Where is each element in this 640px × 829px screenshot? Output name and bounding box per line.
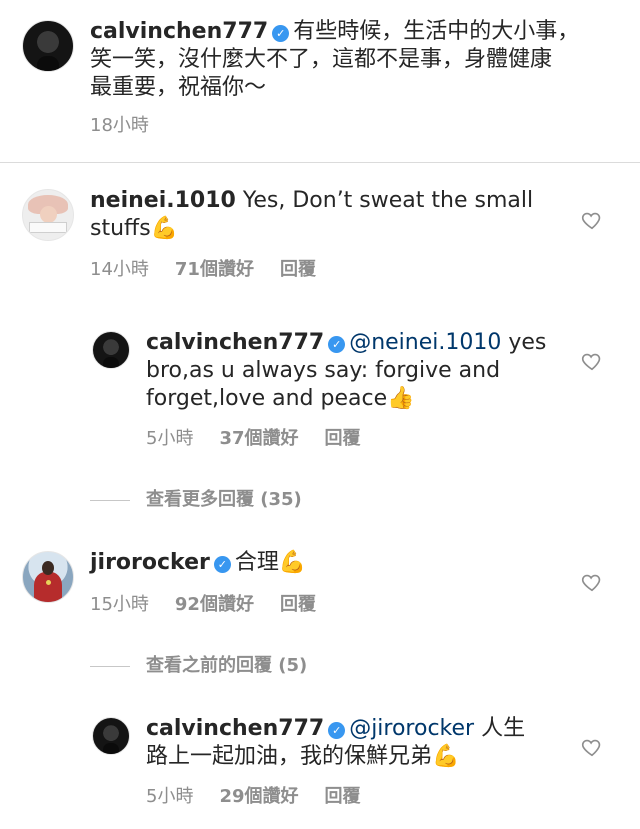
reply-text-line-3: forget,love and peace👍: [146, 385, 415, 413]
likes-count[interactable]: 71個讚好: [175, 259, 254, 280]
mention-link[interactable]: @neinei.1010: [349, 330, 501, 355]
avatar[interactable]: [92, 331, 130, 369]
heart-outline-icon[interactable]: [581, 571, 603, 593]
comment-meta: 15小時 92個讚好 回覆: [90, 594, 342, 616]
reply-line-3: forget,love and peace: [146, 386, 388, 411]
comment-timestamp: 15小時: [90, 594, 149, 615]
reply-username[interactable]: calvinchen777: [146, 330, 324, 355]
mention-link[interactable]: @jirorocker: [349, 716, 474, 741]
avatar[interactable]: [22, 189, 74, 241]
thumbs-up-emoji: 👍: [387, 386, 415, 411]
likes-count[interactable]: 29個讚好: [219, 786, 298, 807]
reply-button[interactable]: 回覆: [280, 594, 316, 615]
comment-meta: 14小時 71個讚好 回覆: [90, 259, 342, 281]
caption-text: calvinchen777 ✓ 有些時候，生活中的大小事，: [90, 18, 579, 46]
caption-line-1: 有些時候，生活中的大小事，: [293, 19, 580, 44]
reply-timestamp: 5小時: [146, 786, 194, 807]
comment-line-1: 合理: [234, 550, 279, 575]
reply-timestamp: 5小時: [146, 428, 194, 449]
likes-count[interactable]: 92個讚好: [175, 594, 254, 615]
reply-line-1: 人生: [481, 716, 526, 741]
reply-button[interactable]: 回覆: [325, 786, 361, 807]
flexed-biceps-emoji: 💪: [150, 216, 179, 241]
verified-badge-icon: ✓: [328, 336, 346, 353]
comment-text: jirorocker ✓ 合理💪: [90, 549, 306, 577]
reply-text: calvinchen777 ✓ @jirorocker 人生: [146, 715, 525, 743]
reply-text-line-2: 路上一起加油，我的保鮮兄弟💪: [146, 743, 459, 771]
reply-meta: 5小時 37個讚好 回覆: [146, 428, 387, 450]
caption-line-2: 笑一笑，沒什麼大不了，這都不是事，身體健康: [90, 47, 553, 72]
caption-line-3: 最重要，祝福你～: [90, 75, 267, 100]
reply-line-1: yes: [508, 330, 547, 355]
divider: [90, 499, 130, 501]
reply-button[interactable]: 回覆: [280, 259, 316, 280]
likes-count[interactable]: 37個讚好: [219, 428, 298, 449]
comment-timestamp: 14小時: [90, 259, 149, 280]
heart-outline-icon[interactable]: [581, 209, 603, 231]
heart-outline-icon[interactable]: [581, 350, 603, 372]
divider: [0, 162, 640, 163]
comment-text: neinei.1010 Yes, Don’t sweat the small: [90, 187, 533, 215]
reply-meta: 5小時 29個讚好 回覆: [146, 786, 387, 808]
heart-outline-icon[interactable]: [581, 736, 603, 758]
view-previous-label: 查看之前的回覆 (5): [146, 655, 308, 676]
comment-line-1: Yes, Don’t sweat the small: [242, 188, 534, 213]
avatar[interactable]: [22, 20, 74, 72]
verified-badge-icon: ✓: [272, 25, 290, 42]
reply-username[interactable]: calvinchen777: [146, 716, 324, 741]
view-more-label: 查看更多回覆 (35): [146, 489, 302, 510]
reply-line-2: bro,as u always say: forgive and: [146, 358, 501, 383]
flexed-biceps-emoji: 💪: [432, 744, 460, 769]
reply-text: calvinchen777 ✓ @neinei.1010 yes: [146, 329, 546, 357]
divider: [90, 665, 130, 667]
caption-timestamp: 18小時: [90, 115, 149, 136]
comment-text-line-2: stuffs💪: [90, 215, 178, 243]
caption-username[interactable]: calvinchen777: [90, 19, 268, 44]
reply-line-2: 路上一起加油，我的保鮮兄弟: [146, 744, 433, 769]
view-previous-replies-button[interactable]: 查看之前的回覆 (5): [90, 655, 307, 677]
reply-button[interactable]: 回覆: [325, 428, 361, 449]
view-more-replies-button[interactable]: 查看更多回覆 (35): [90, 489, 302, 511]
comment-line-2: stuffs: [90, 216, 151, 241]
flexed-biceps-emoji: 💪: [278, 550, 307, 575]
comment-username[interactable]: jirorocker: [90, 550, 210, 575]
avatar[interactable]: [92, 717, 130, 755]
avatar[interactable]: [22, 551, 74, 603]
verified-badge-icon: ✓: [328, 722, 346, 739]
verified-badge-icon: ✓: [213, 556, 231, 573]
comment-username[interactable]: neinei.1010: [90, 188, 236, 213]
